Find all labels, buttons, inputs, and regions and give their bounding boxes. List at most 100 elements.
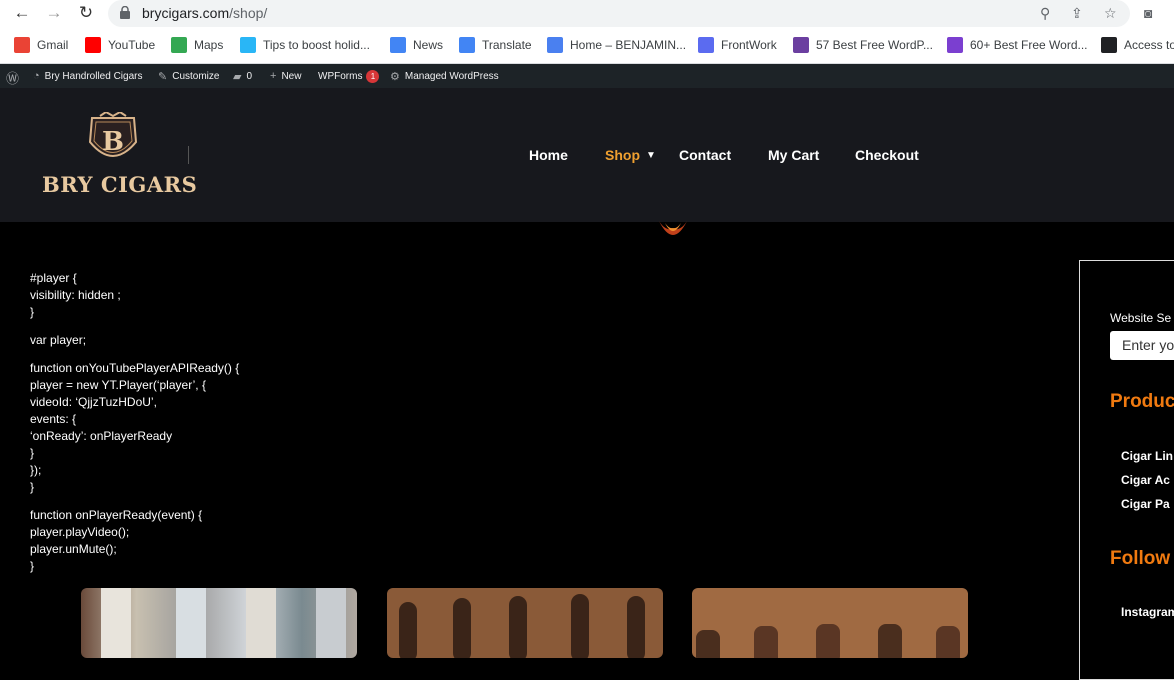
browser-toolbar: ← → ↻ brycigars.com/shop/ ⚲ ⇪ ☆ ◙ bbox=[0, 0, 1174, 27]
wp-site-name[interactable]: ◔ Bry Handrolled Cigars bbox=[33, 70, 142, 82]
bookmark-item[interactable]: Gmail bbox=[14, 37, 68, 53]
code-gap bbox=[30, 321, 239, 332]
code-line: player.playVideo(); bbox=[30, 525, 130, 539]
bookmark-item[interactable]: Access to bbox=[1101, 37, 1174, 53]
wp-managed[interactable]: ⚙ Managed WordPress bbox=[390, 70, 499, 83]
wp-admin-bar: Ⓦ ◔ Bry Handrolled Cigars ✎ Customize ▰ 0 +… bbox=[0, 64, 1174, 88]
sidebar-widget: Website Se Enter yo Produc Cigar Lin Cig… bbox=[1079, 260, 1174, 680]
follow-heading: Follow u bbox=[1110, 548, 1174, 569]
code-line: events: { bbox=[30, 412, 77, 426]
sidebar-link-cigar-packs[interactable]: Cigar Pa bbox=[1121, 497, 1170, 511]
svg-text:B: B bbox=[102, 127, 124, 157]
nav-shop[interactable]: Shop bbox=[605, 147, 640, 163]
share-icon[interactable]: ⇪ bbox=[1071, 5, 1083, 22]
sidebar-link-cigar-accessories[interactable]: Cigar Ac bbox=[1121, 473, 1170, 487]
nav-my-cart[interactable]: My Cart bbox=[768, 147, 819, 163]
code-line: function onYouTubePlayerAPIReady() { bbox=[30, 361, 240, 375]
instagram-link[interactable]: Instagram bbox=[1121, 605, 1174, 619]
brush-icon: ✎ bbox=[158, 71, 168, 83]
wordpress-icon[interactable]: Ⓦ bbox=[6, 68, 19, 87]
camera-icon[interactable]: ◙ bbox=[1144, 5, 1152, 21]
wp-customize[interactable]: ✎ Customize bbox=[158, 70, 219, 83]
gear-icon: ⚙ bbox=[390, 71, 400, 83]
product-card-accessories[interactable] bbox=[81, 588, 357, 658]
bookmark-item[interactable]: 57 Best Free WordP... bbox=[793, 37, 933, 53]
bookmark-item[interactable]: 60+ Best Free Word... bbox=[947, 37, 1088, 53]
product-image bbox=[101, 588, 346, 658]
bookmark-label: News bbox=[413, 38, 444, 52]
bookmark-item[interactable]: FrontWork bbox=[698, 37, 777, 53]
url-text: brycigars.com/shop/ bbox=[142, 5, 268, 21]
colorlib-icon bbox=[793, 37, 809, 53]
bookmark-item[interactable]: YouTube bbox=[85, 37, 155, 53]
search-input[interactable]: Enter yo bbox=[1110, 331, 1174, 360]
bookmarks-bar: Gmail YouTube Maps Tips to boost holid... Ne… bbox=[0, 27, 1174, 64]
code-line: function onPlayerReady(event) { bbox=[30, 508, 203, 522]
product-image bbox=[696, 624, 960, 658]
nav-home[interactable]: Home bbox=[529, 147, 568, 163]
bookmark-item[interactable]: News bbox=[390, 37, 443, 53]
code-line: videoId: ‘QjjzTuzHDoU’, bbox=[30, 395, 157, 409]
code-block: #player {visibility: hidden ;} var player… bbox=[30, 270, 239, 575]
bookmark-label: Maps bbox=[194, 38, 224, 52]
product-card-packs[interactable] bbox=[692, 588, 968, 658]
chevron-down-icon[interactable]: ▼ bbox=[646, 150, 656, 161]
wpforms-badge: 1 bbox=[366, 70, 380, 83]
gmail-icon bbox=[14, 37, 30, 53]
bookmark-label: FrontWork bbox=[721, 38, 777, 52]
search-label: Website Se bbox=[1110, 311, 1172, 325]
wp-comments[interactable]: ▰ 0 bbox=[233, 70, 252, 83]
forward-icon[interactable]: → bbox=[44, 3, 64, 23]
maps-icon bbox=[171, 37, 187, 53]
code-line: player.unMute(); bbox=[30, 542, 117, 556]
bookmark-label: YouTube bbox=[108, 38, 156, 52]
products-heading: Produc bbox=[1110, 391, 1174, 412]
bookmark-label: Home – BENJAMIN... bbox=[570, 38, 687, 52]
translate-icon bbox=[459, 37, 475, 53]
reload-icon[interactable]: ↻ bbox=[76, 3, 96, 23]
bookmark-item[interactable]: Translate bbox=[459, 37, 532, 53]
bookmark-item[interactable]: Tips to boost holid... bbox=[240, 37, 370, 53]
flame-icon bbox=[659, 221, 687, 235]
nav-contact[interactable]: Contact bbox=[679, 147, 731, 163]
h-icon bbox=[947, 37, 963, 53]
back-icon[interactable]: ← bbox=[12, 3, 32, 23]
bookmark-star-icon[interactable]: ☆ bbox=[1104, 5, 1117, 22]
bookmark-label: 57 Best Free WordP... bbox=[816, 38, 933, 52]
code-gap bbox=[30, 349, 239, 360]
zoom-icon[interactable]: ⚲ bbox=[1040, 5, 1050, 22]
code-line: ‘onReady’: onPlayerReady bbox=[30, 429, 173, 443]
logo-text[interactable]: BRY CIGARS bbox=[42, 172, 197, 197]
comment-icon: ▰ bbox=[233, 71, 242, 83]
code-line: player = new YT.Player(‘player’, { bbox=[30, 378, 206, 392]
nav-checkout[interactable]: Checkout bbox=[855, 147, 919, 163]
code-line: } bbox=[30, 305, 35, 319]
product-image bbox=[399, 594, 645, 658]
globe-icon bbox=[1101, 37, 1117, 53]
bookmark-item[interactable]: Maps bbox=[171, 37, 223, 53]
bookmark-label: Access to bbox=[1124, 38, 1174, 52]
code-line: } bbox=[30, 446, 35, 460]
bookmark-label: Tips to boost holid... bbox=[263, 38, 370, 52]
code-line: }); bbox=[30, 463, 42, 477]
sidebar-link-cigar-line[interactable]: Cigar Lin bbox=[1121, 449, 1173, 463]
home-icon bbox=[547, 37, 563, 53]
bookmark-label: 60+ Best Free Word... bbox=[970, 38, 1088, 52]
wp-wpforms[interactable]: WPForms 1 bbox=[318, 70, 380, 83]
code-line: } bbox=[30, 480, 35, 494]
address-bar[interactable]: brycigars.com/shop/ ⚲ ⇪ ☆ bbox=[108, 0, 1130, 27]
lock-icon bbox=[120, 6, 130, 19]
tips-icon bbox=[240, 37, 256, 53]
code-line: visibility: hidden ; bbox=[30, 288, 121, 302]
wp-new[interactable]: + New bbox=[270, 70, 301, 82]
bookmark-label: Gmail bbox=[37, 38, 69, 52]
bookmark-item[interactable]: Home – BENJAMIN... bbox=[547, 37, 686, 53]
bookmark-label: Translate bbox=[482, 38, 532, 52]
news-icon bbox=[390, 37, 406, 53]
frontwork-icon bbox=[698, 37, 714, 53]
youtube-icon bbox=[85, 37, 101, 53]
code-line: #player { bbox=[30, 271, 77, 285]
code-line: } bbox=[30, 559, 35, 573]
dashboard-icon: ◔ bbox=[33, 70, 40, 82]
product-card-cigar-line[interactable] bbox=[387, 588, 663, 658]
